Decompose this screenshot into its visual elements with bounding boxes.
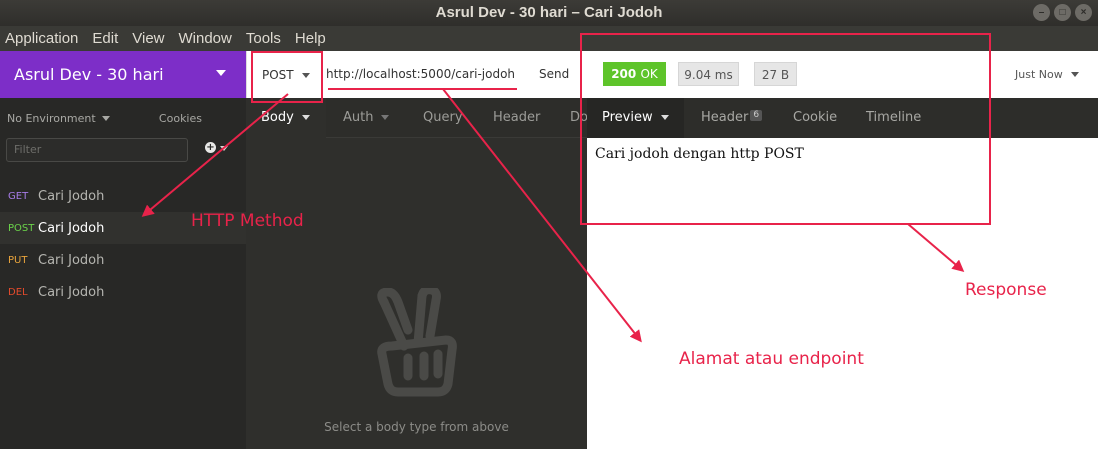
annotation-response: Response <box>965 280 1047 300</box>
response-highlight-box <box>580 33 991 225</box>
annotation-overlay <box>141 33 991 343</box>
method-arrow <box>141 93 289 217</box>
endpoint-arrow <box>442 88 642 343</box>
annotation-endpoint: Alamat atau endpoint <box>679 349 864 369</box>
annotation-http-method: HTTP Method <box>191 211 304 231</box>
response-arrow <box>907 223 965 272</box>
